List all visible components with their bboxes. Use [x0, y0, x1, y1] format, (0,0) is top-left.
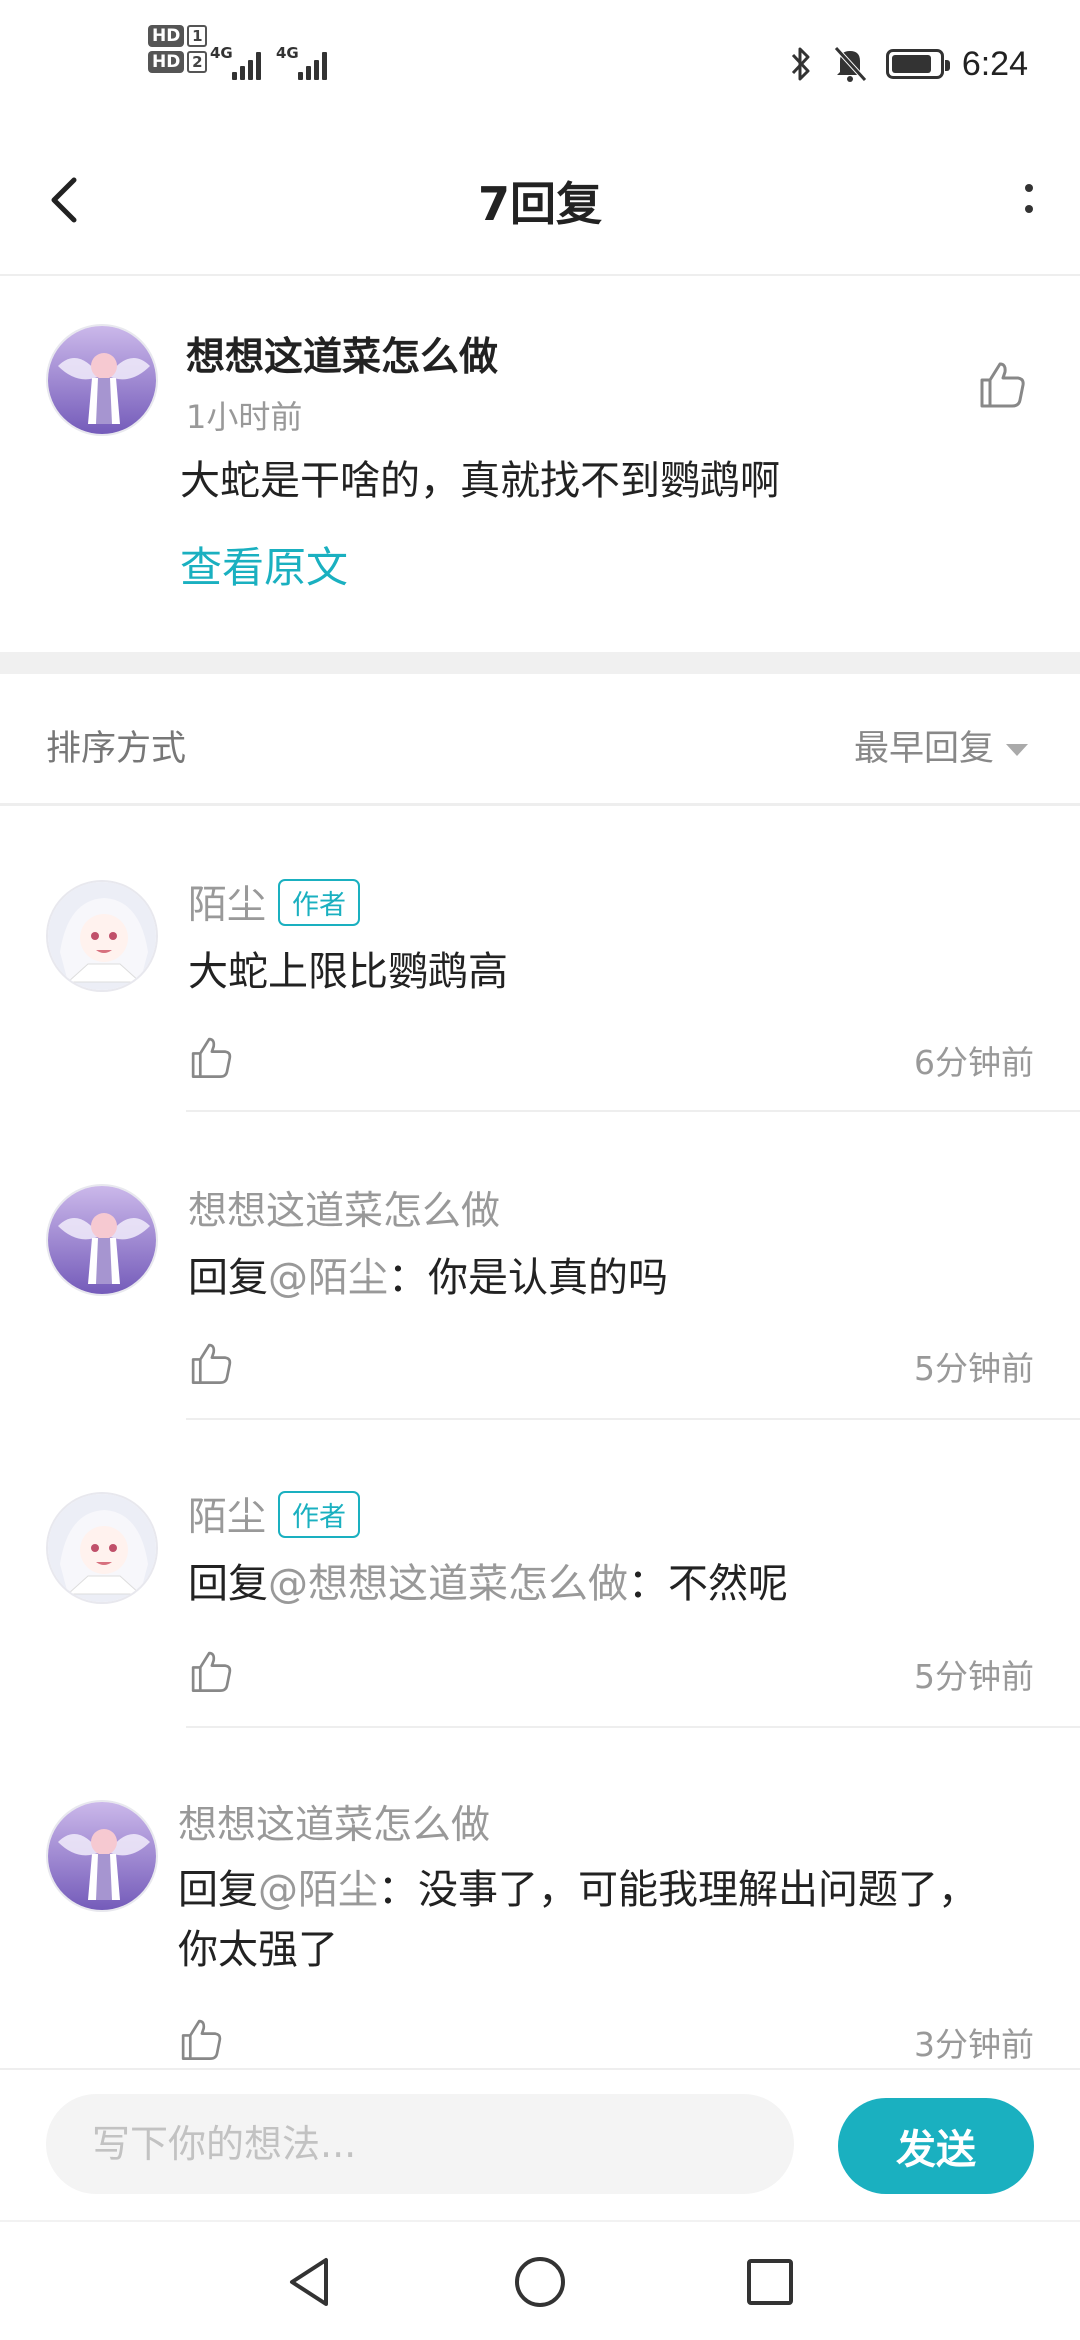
reply-item: 陌尘 作者 大蛇上限比鹦鹉高 6分钟前	[0, 806, 1080, 1112]
reply-author-name: 想想这道菜怎么做	[188, 1189, 501, 1234]
reply-prefix: 回复	[178, 1867, 258, 1913]
thumbs-up-icon	[181, 2019, 222, 2060]
nav-back-button[interactable]	[280, 2252, 340, 2312]
reply-author-name: 陌尘	[188, 1495, 267, 1540]
reply-content: 回复@陌尘：没事了，可能我理解出问题了， 你太强了	[178, 1860, 1058, 1980]
reply-content: 回复@想想这道菜怎么做：不然呢	[188, 1554, 1068, 1614]
thumbs-up-icon	[191, 1651, 232, 1692]
nav-home-button[interactable]	[510, 2252, 570, 2312]
reply-time: 3分钟前	[914, 2025, 1034, 2064]
mention-link[interactable]: @想想这道菜怎么做	[268, 1561, 628, 1607]
send-button[interactable]: 发送	[838, 2098, 1034, 2194]
sim1-indicator: HD 1	[148, 24, 208, 47]
sort-dropdown[interactable]: 最早回复	[854, 720, 1028, 771]
thumbs-up-icon	[980, 362, 1025, 408]
thumbs-up-icon	[191, 1343, 232, 1384]
reply-content: 回复@陌尘：你是认真的吗	[188, 1248, 1068, 1308]
triangle-back-icon	[290, 2258, 328, 2306]
hd-icon: HD	[148, 51, 185, 73]
avatar-image	[48, 1802, 156, 1910]
reply-author[interactable]: 陌尘 作者	[188, 1486, 361, 1542]
sim2-number: 2	[187, 51, 208, 73]
like-button[interactable]	[186, 1646, 236, 1696]
reply-prefix: 回复	[188, 1561, 268, 1607]
battery-level	[891, 55, 931, 73]
reply-author-name: 想想这道菜怎么做	[178, 1803, 491, 1848]
reply-time: 5分钟前	[914, 1657, 1034, 1696]
avatar[interactable]	[46, 1184, 158, 1296]
like-button[interactable]	[186, 1338, 236, 1388]
view-original-link[interactable]: 查看原文	[180, 534, 348, 595]
sort-bar: 排序方式 最早回复	[0, 674, 1080, 806]
system-nav-bar	[0, 2220, 1080, 2340]
status-bar: HD 1 HD 2 4G 4G 6:24	[0, 0, 1080, 130]
dropdown-arrow-icon	[1006, 744, 1028, 756]
like-button[interactable]	[186, 1032, 236, 1082]
reply-text: 大蛇上限比鹦鹉高	[188, 949, 508, 995]
reply-author-name: 陌尘	[188, 883, 267, 928]
author-badge: 作者	[278, 1491, 361, 1538]
mention-link[interactable]: @陌尘	[268, 1255, 388, 1301]
reply-item: 想想这道菜怎么做 回复@陌尘：你是认真的吗 5分钟前	[0, 1112, 1080, 1420]
reply-content: 大蛇上限比鹦鹉高	[188, 942, 1068, 1002]
page-title: 7回复	[477, 177, 602, 231]
hd-icon: HD	[148, 25, 185, 47]
reply-time: 6分钟前	[914, 1043, 1034, 1082]
comment-time: 1小时前	[186, 398, 303, 436]
section-divider	[0, 652, 1080, 674]
reply-text: ：你是认真的吗	[388, 1255, 668, 1301]
sim2-indicator: HD 2	[148, 50, 208, 73]
reply-author[interactable]: 想想这道菜怎么做	[188, 1180, 500, 1236]
network-type-label: 4G	[210, 44, 233, 62]
comment-input[interactable]	[46, 2094, 794, 2194]
reply-time: 5分钟前	[914, 1349, 1034, 1388]
reply-author[interactable]: 陌尘 作者	[188, 874, 361, 930]
reply-text-line2: 你太强了	[178, 1927, 338, 1973]
comment-content: 大蛇是干啥的，真就找不到鹦鹉啊	[180, 458, 780, 504]
sort-selected-value: 最早回复	[853, 729, 994, 769]
avatar-image	[48, 882, 156, 990]
clock: 6:24	[961, 44, 1028, 83]
network-type-label: 4G	[276, 44, 299, 62]
circle-home-icon	[515, 2257, 565, 2307]
original-comment: 想想这道菜怎么做 1小时前 大蛇是干啥的，真就找不到鹦鹉啊 查看原文	[0, 276, 1080, 652]
reply-item: 想想这道菜怎么做 回复@陌尘：没事了，可能我理解出问题了， 你太强了 3分钟前	[0, 1728, 1080, 2068]
reply-text: ：没事了，可能我理解出问题了，	[378, 1867, 978, 1913]
like-button[interactable]	[974, 356, 1030, 412]
avatar[interactable]	[46, 880, 158, 992]
avatar-image	[48, 1186, 156, 1294]
more-vertical-icon	[1025, 184, 1033, 213]
sim1-number: 1	[187, 25, 208, 47]
reply-item: 陌尘 作者 回复@想想这道菜怎么做：不然呢 5分钟前	[0, 1420, 1080, 1728]
like-button[interactable]	[176, 2014, 226, 2064]
comment-author[interactable]: 想想这道菜怎么做	[186, 326, 498, 382]
reply-text: ：不然呢	[628, 1561, 788, 1607]
square-recents-icon	[747, 2259, 793, 2305]
avatar[interactable]	[46, 1492, 158, 1604]
author-badge: 作者	[278, 879, 361, 926]
nav-recents-button[interactable]	[740, 2252, 800, 2312]
avatar[interactable]	[46, 1800, 158, 1912]
comment-input-bar: 发送	[0, 2068, 1080, 2220]
mention-link[interactable]: @陌尘	[258, 1867, 378, 1913]
reply-prefix: 回复	[188, 1255, 268, 1301]
more-options-button[interactable]	[1004, 158, 1054, 238]
reply-author[interactable]: 想想这道菜怎么做	[178, 1794, 490, 1850]
bluetooth-icon	[791, 47, 810, 81]
mute-bell-icon	[833, 46, 867, 82]
avatar-image	[48, 1494, 156, 1602]
sort-label: 排序方式	[46, 729, 187, 769]
battery-icon	[885, 49, 950, 79]
header: 7回复	[0, 130, 1080, 276]
thumbs-up-icon	[191, 1037, 232, 1078]
avatar[interactable]	[46, 324, 158, 436]
avatar-image	[48, 326, 156, 434]
